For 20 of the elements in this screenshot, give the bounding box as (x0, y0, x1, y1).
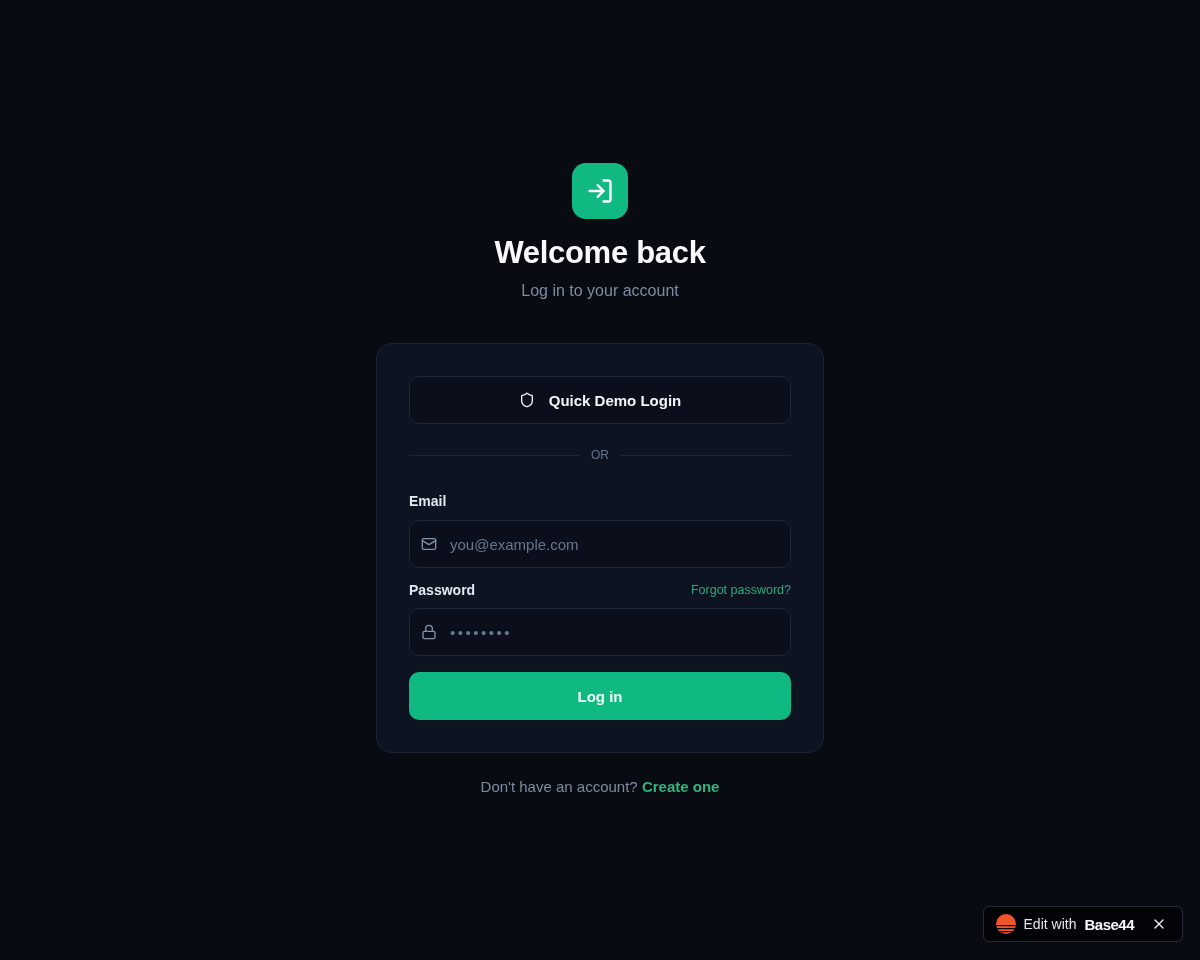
edit-badge[interactable]: Edit with Base44 (982, 906, 1183, 942)
shield-icon (518, 392, 535, 408)
create-account-link[interactable]: Create one (641, 778, 720, 795)
page-subtitle: Log in to your account (521, 281, 679, 301)
striped-sun-icon (995, 914, 1016, 934)
field-label: Password (409, 582, 476, 598)
lock-icon (421, 624, 437, 640)
signup-prompt: Don't have an account? Create one (480, 777, 720, 797)
badge-text: Edit with (1023, 916, 1077, 932)
demo-login-button[interactable]: Quick Demo Login (409, 376, 791, 424)
login-icon (572, 163, 628, 219)
close-icon (1154, 919, 1164, 929)
email-field[interactable]: you@example.com (409, 520, 791, 568)
field-label: Email (409, 493, 447, 509)
page-title: Welcome back (494, 235, 706, 271)
divider-label: OR (591, 448, 609, 462)
mail-icon (421, 536, 437, 552)
password-field[interactable]: •••••••• (409, 608, 791, 656)
brand-name: Base44 (1084, 915, 1134, 933)
forgot-password-link[interactable]: Forgot password? (690, 583, 791, 597)
